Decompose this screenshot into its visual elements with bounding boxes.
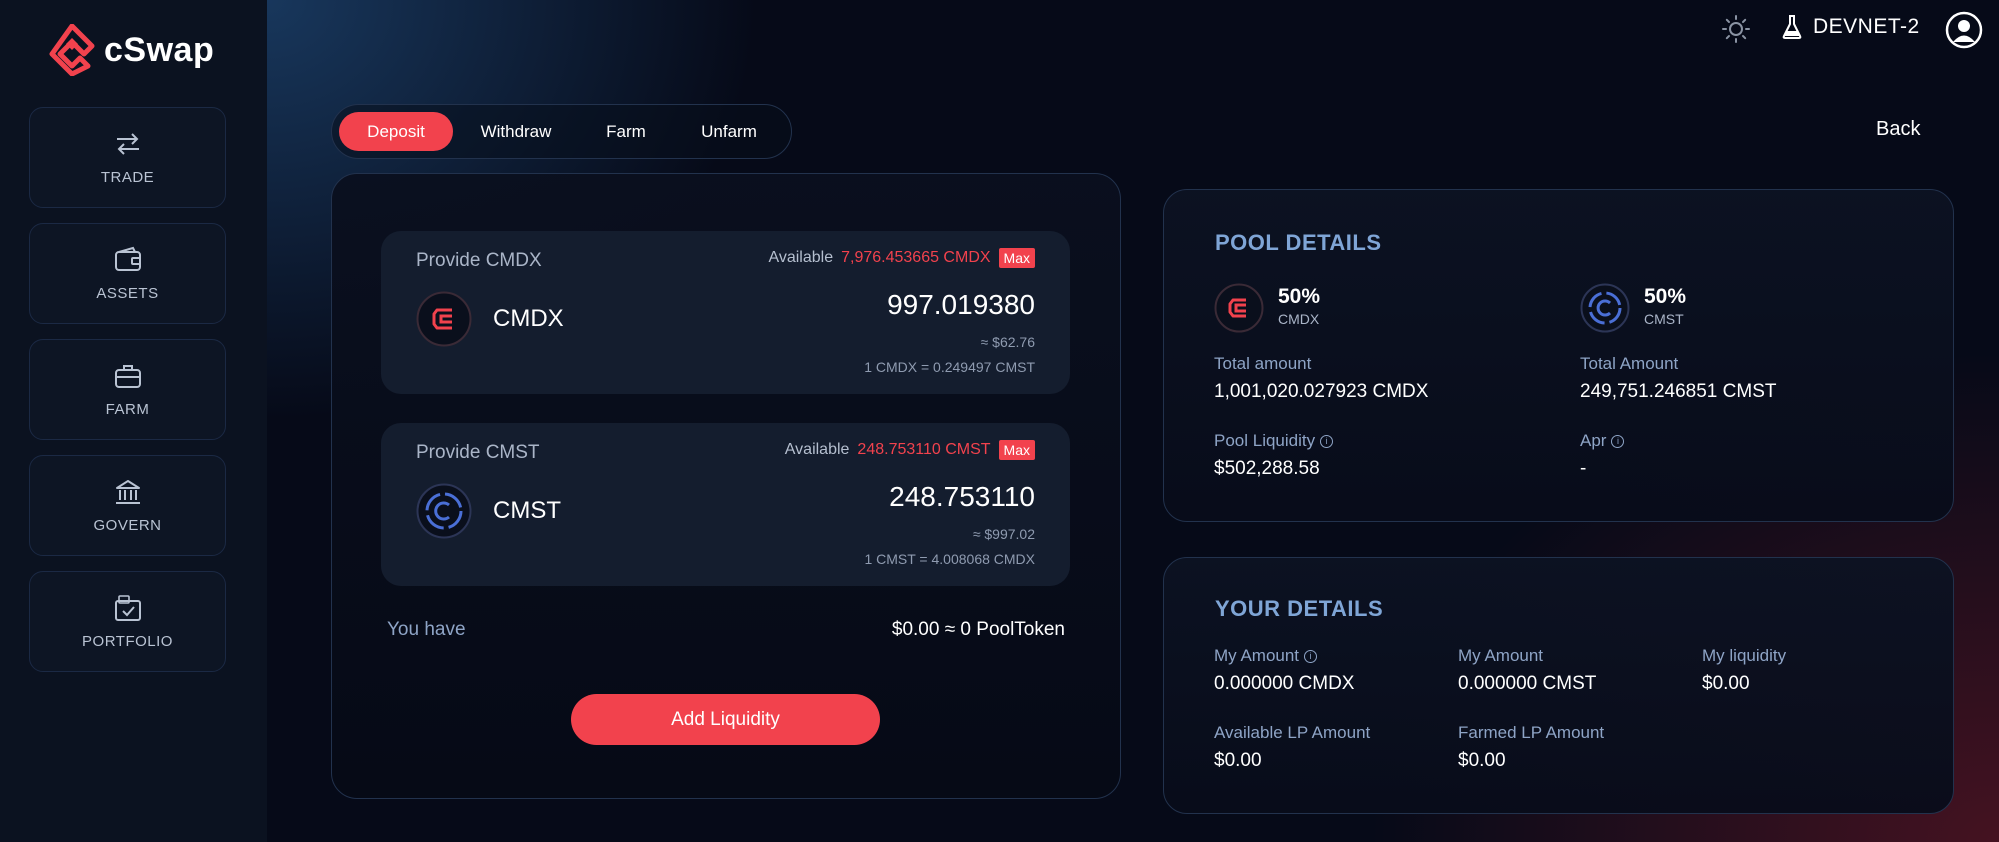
back-link[interactable]: Back [1876,118,1920,141]
my-amount-cmst-value: 0.000000 CMST [1458,673,1597,694]
sidebar-item-govern[interactable]: GOVERN [29,455,226,556]
sidebar-item-assets[interactable]: ASSETS [29,223,226,324]
pool-liquidity-value: $502,288.58 [1214,458,1320,479]
sidebar-item-label: PORTFOLIO [82,633,173,650]
cmdx-total-label: Total amount [1214,354,1312,373]
cmdx-total-value: 1,001,020.027923 CMDX [1214,381,1429,402]
info-icon[interactable]: i [1320,434,1334,448]
sidebar-item-label: GOVERN [93,517,162,534]
info-icon[interactable]: i [1611,434,1625,448]
cmdx-token-icon [416,291,472,347]
briefcase-icon [114,365,141,388]
sidebar-item-trade[interactable]: TRADE [29,107,226,208]
cswap-logo-icon [49,24,95,76]
available-balance: Available 248.753110 CMST Max [785,440,1035,460]
tab-deposit[interactable]: Deposit [339,112,453,151]
my-amount-cmdx-label-group: My Amount i [1214,646,1318,666]
portfolio-icon [114,595,141,621]
provide-cmst-label: Provide CMST [416,442,540,463]
available-value: 7,976.453665 CMDX [841,249,991,266]
apr-label-group: Apr i [1580,431,1625,451]
brand-name: cSwap [104,30,215,69]
available-label: Available [768,249,834,266]
tab-farm[interactable]: Farm [579,112,673,151]
cmst-total-label: Total Amount [1580,354,1679,373]
your-details-title: YOUR DETAILS [1215,596,1384,621]
you-have-label: You have [387,619,466,640]
bank-icon [115,480,140,504]
exchange-rate: 1 CMDX = 0.249497 CMST [864,359,1035,375]
sidebar-item-label: FARM [105,401,150,418]
cmst-token-icon [1580,283,1630,333]
cmst-percentage: 50% [1644,285,1687,308]
pool-liquidity-label-group: Pool Liquidity i [1214,431,1334,451]
pool-details-card: POOL DETAILS 50% CMDX 50% CMST Total amo… [1163,189,1954,522]
cmdx-token-icon [1214,283,1264,333]
cmdx-amount-input[interactable] [735,289,1035,321]
cmst-token-icon [416,483,472,539]
cmst-amount-input[interactable] [735,481,1035,513]
sidebar: cSwap TRADE ASSETS FARM GOVERN PORTFOLIO [0,0,267,842]
provide-cmdx-label: Provide CMDX [416,250,542,271]
tab-withdraw[interactable]: Withdraw [453,112,579,151]
apr-value: - [1580,458,1587,479]
network-selector[interactable]: DEVNET-2 [1781,14,1920,40]
provide-cmst-card: Provide CMST Available 248.753110 CMST M… [381,423,1070,586]
cmst-symbol: CMST [1644,311,1684,327]
info-icon[interactable]: i [1304,649,1318,663]
tab-unfarm[interactable]: Unfarm [673,112,785,151]
your-details-card: YOUR DETAILS My Amount i 0.000000 CMDX M… [1163,557,1954,814]
wallet-icon [114,246,141,271]
apr-label: Apr [1580,431,1607,450]
provide-cmdx-card: Provide CMDX Available 7,976.453665 CMDX… [381,231,1070,394]
pool-token-value: $0.00 ≈ 0 PoolToken [891,619,1065,640]
network-label: DEVNET-2 [1813,15,1920,38]
exchange-rate: 1 CMST = 4.008068 CMDX [864,551,1035,567]
cmst-total-value: 249,751.246851 CMST [1580,381,1777,402]
farmed-lp-value: $0.00 [1458,750,1506,771]
max-button[interactable]: Max [998,248,1035,268]
add-liquidity-button[interactable]: Add Liquidity [571,694,880,745]
sidebar-item-farm[interactable]: FARM [29,339,226,440]
brand-logo[interactable]: cSwap [48,24,214,76]
my-amount-cmst-label: My Amount [1458,646,1544,665]
action-tabs: Deposit Withdraw Farm Unfarm [331,104,792,159]
cmdx-symbol: CMDX [1278,311,1320,327]
usd-value: ≈ $62.76 [980,334,1035,350]
token-name: CMST [493,497,561,524]
flask-icon [1782,15,1802,39]
sidebar-item-label: ASSETS [96,285,159,302]
theme-toggle-sun-icon[interactable] [1721,14,1751,44]
my-liquidity-label: My liquidity [1702,646,1787,665]
available-label: Available [784,441,850,458]
my-amount-cmdx-value: 0.000000 CMDX [1214,673,1355,694]
usd-value: ≈ $997.02 [972,526,1035,542]
swap-arrows-icon [116,133,139,155]
cmdx-percentage: 50% [1278,285,1321,308]
sidebar-item-portfolio[interactable]: PORTFOLIO [29,571,226,672]
my-amount-cmdx-label: My Amount [1214,646,1300,665]
token-name: CMDX [493,305,564,332]
available-value: 248.753110 CMST [857,441,991,458]
profile-avatar-icon[interactable] [1945,11,1983,49]
sidebar-item-label: TRADE [100,169,155,186]
farmed-lp-label: Farmed LP Amount [1458,723,1605,742]
pool-details-title: POOL DETAILS [1215,230,1382,255]
max-button[interactable]: Max [998,440,1035,460]
pool-liquidity-label: Pool Liquidity [1214,431,1316,450]
available-lp-label: Available LP Amount [1214,723,1371,742]
available-balance: Available 7,976.453665 CMDX Max [768,248,1035,268]
my-liquidity-value: $0.00 [1702,673,1750,694]
available-lp-value: $0.00 [1214,750,1262,771]
